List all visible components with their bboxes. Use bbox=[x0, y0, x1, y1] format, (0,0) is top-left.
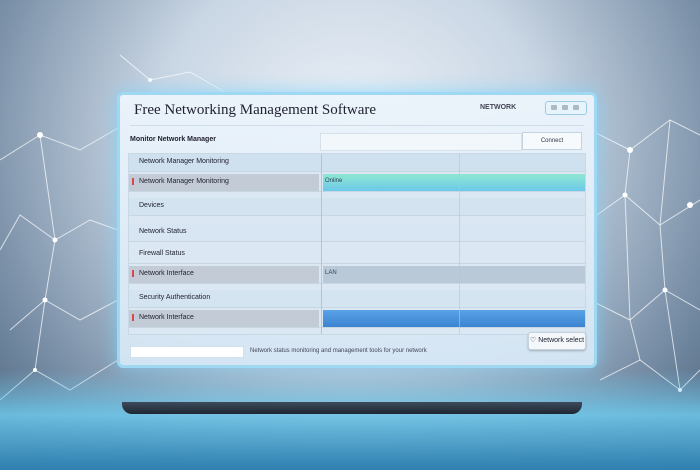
list-item-label: Firewall Status bbox=[139, 250, 185, 257]
status-marker bbox=[132, 314, 134, 321]
title-right-label: NETWORK bbox=[480, 104, 517, 111]
list-item-label: Devices bbox=[139, 202, 164, 209]
list-item-label: Network Interface bbox=[139, 270, 194, 277]
window-title: Free Networking Management Software bbox=[134, 102, 377, 118]
list-item[interactable]: Network Interface bbox=[129, 310, 585, 328]
status-marker bbox=[132, 178, 134, 185]
column-divider bbox=[321, 154, 322, 334]
list-item-value: Online bbox=[325, 178, 343, 184]
list-item[interactable]: Network Manager Monitoring bbox=[129, 154, 585, 172]
status-marker bbox=[132, 270, 134, 277]
list-item[interactable]: Security Authentication bbox=[129, 290, 585, 308]
search-input[interactable] bbox=[320, 133, 522, 151]
network-select-label: Network select bbox=[538, 337, 585, 344]
footer-input[interactable] bbox=[130, 346, 244, 358]
list-item[interactable]: Devices bbox=[129, 198, 585, 216]
list-item[interactable]: Firewall Status bbox=[129, 246, 585, 264]
floor-glow bbox=[0, 370, 700, 470]
column-divider bbox=[459, 154, 460, 334]
connect-button[interactable]: Connect bbox=[522, 132, 582, 150]
window-controls[interactable] bbox=[545, 101, 587, 115]
list-item[interactable]: Network Manager Monitoring Online bbox=[129, 174, 585, 192]
list-item-label: Network Status bbox=[139, 228, 187, 235]
minimize-icon[interactable] bbox=[551, 105, 557, 110]
list-item-value: LAN bbox=[325, 270, 337, 276]
toolbar-label: Monitor Network Manager bbox=[130, 136, 216, 143]
footer-status-text: Network status monitoring and management… bbox=[250, 348, 427, 354]
title-bar: Free Networking Management Software NETW… bbox=[120, 95, 594, 125]
maximize-icon[interactable] bbox=[562, 105, 568, 110]
list-item-label: Network Manager Monitoring bbox=[139, 178, 229, 185]
list-item-label: Network Interface bbox=[139, 314, 194, 321]
list-item-label: Network Manager Monitoring bbox=[139, 158, 229, 165]
app-window: Free Networking Management Software NETW… bbox=[117, 92, 597, 368]
network-select-button[interactable]: ♡ Network select bbox=[528, 332, 586, 350]
laptop-base bbox=[122, 402, 582, 414]
list-item-label: Security Authentication bbox=[139, 294, 211, 301]
close-icon[interactable] bbox=[573, 105, 579, 110]
network-list: Network Manager Monitoring Network Manag… bbox=[128, 153, 586, 335]
list-item[interactable]: Network Status bbox=[129, 224, 585, 242]
list-item[interactable]: Network Interface LAN bbox=[129, 266, 585, 284]
toolbar-divider bbox=[130, 125, 584, 126]
heart-icon: ♡ bbox=[529, 337, 537, 344]
